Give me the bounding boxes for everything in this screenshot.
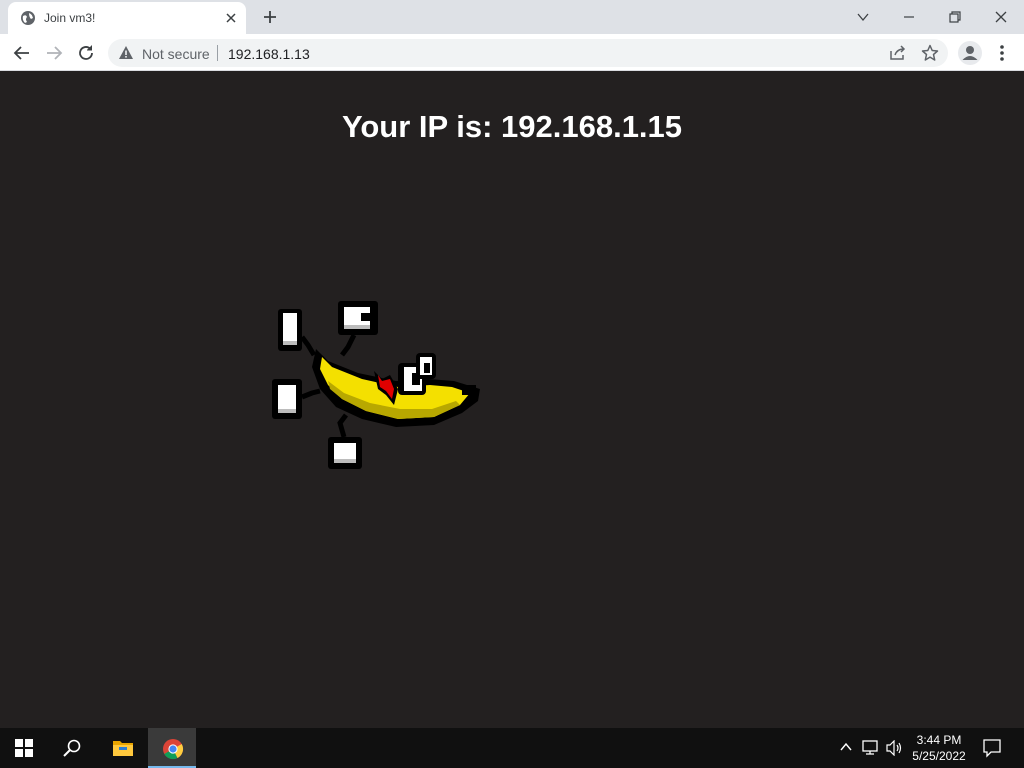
glove-bottom [328, 437, 362, 469]
divider [217, 45, 218, 61]
start-icon [15, 739, 33, 757]
dancing-banana-icon [272, 301, 480, 469]
browser-tab[interactable]: Join vm3! [8, 2, 246, 34]
notification-icon[interactable] [982, 738, 1002, 758]
reload-icon [79, 45, 93, 60]
tab-search-button[interactable] [840, 0, 886, 34]
browser-title-bar: Join vm3! [0, 0, 1024, 34]
address-bar[interactable]: Not secure 192.168.1.13 [108, 39, 948, 67]
close-tab-icon[interactable] [224, 11, 238, 25]
glove-upper-left [278, 309, 302, 351]
share-icon[interactable] [889, 45, 907, 61]
start-button[interactable] [0, 728, 48, 768]
windows-taskbar: 3:44 PM 5/25/2022 [0, 728, 1024, 768]
glove-top [338, 301, 378, 335]
chrome-taskbar-button[interactable] [148, 728, 196, 768]
tab-title: Join vm3! [44, 11, 96, 25]
glove-lower-left [272, 379, 302, 419]
web-page: Your IP is: 192.168.1.15 [0, 71, 1024, 728]
clock-time: 3:44 PM [916, 733, 962, 747]
reload-button[interactable] [72, 39, 100, 67]
more-menu-icon[interactable] [994, 42, 1010, 64]
taskbar-clock[interactable]: 3:44 PM 5/25/2022 [904, 732, 974, 764]
minimize-button[interactable] [886, 0, 932, 34]
chevron-down-icon [857, 13, 869, 22]
bookmark-star-icon[interactable] [921, 44, 939, 62]
forward-button[interactable] [40, 39, 68, 67]
url-text[interactable]: 192.168.1.13 [228, 46, 310, 62]
chrome-icon [163, 739, 184, 760]
restore-button[interactable] [932, 0, 978, 34]
close-window-button[interactable] [978, 0, 1024, 34]
person-icon [962, 46, 978, 60]
network-icon[interactable] [862, 740, 880, 756]
clock-date: 5/25/2022 [912, 749, 966, 763]
file-explorer-button[interactable] [98, 728, 146, 768]
file-explorer-icon [113, 741, 133, 756]
chevron-up-icon[interactable] [839, 740, 853, 754]
new-tab-icon[interactable] [258, 6, 282, 28]
arrow-right-icon [47, 46, 63, 60]
ip-heading: Your IP is: 192.168.1.15 [341, 109, 683, 144]
profile-avatar[interactable] [958, 41, 982, 65]
back-button[interactable] [8, 39, 36, 67]
search-icon [63, 739, 81, 757]
close-icon [995, 11, 1007, 23]
arrow-left-icon [13, 46, 29, 60]
search-button[interactable] [48, 728, 96, 768]
globe-icon [21, 11, 35, 25]
warning-icon[interactable] [118, 45, 134, 61]
browser-toolbar: Not secure 192.168.1.13 [0, 34, 1024, 71]
minimize-icon [904, 16, 914, 18]
volume-icon[interactable] [886, 740, 904, 756]
restore-icon [949, 11, 961, 23]
security-status[interactable]: Not secure [142, 46, 210, 62]
